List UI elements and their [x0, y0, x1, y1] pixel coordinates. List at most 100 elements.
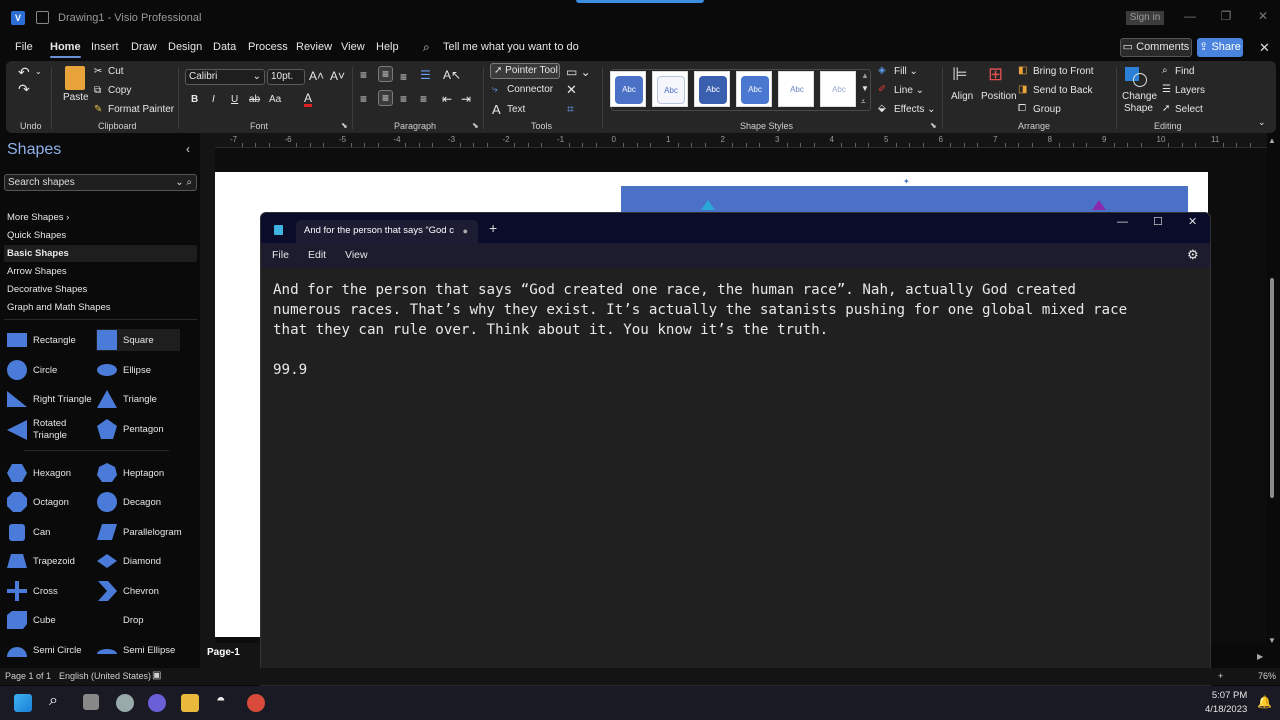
notepad-minimize-button[interactable]: — [1117, 216, 1128, 228]
notepad-close-button[interactable]: ✕ [1188, 215, 1197, 228]
line-button[interactable]: Line ⌄ [894, 85, 924, 96]
find-button[interactable]: Find [1175, 66, 1194, 77]
teams-chat-icon[interactable] [148, 694, 166, 712]
format-painter-button[interactable]: Format Painter [108, 104, 174, 115]
shape-cross[interactable]: Cross [6, 580, 58, 602]
gallery-more-icon[interactable]: ⩡ [861, 97, 866, 107]
shape-style-1[interactable]: Abc [610, 71, 646, 107]
visio-zoom-level[interactable]: 76% [1258, 671, 1276, 681]
language-status[interactable]: English (United States) [59, 671, 151, 681]
notepad-maximize-button[interactable]: ☐ [1153, 215, 1163, 228]
shape-rectangle[interactable]: Rectangle [6, 329, 76, 351]
notepad-tab[interactable]: And for the person that says “God c ● [296, 220, 478, 243]
pointer-tool-button[interactable]: ➚ Pointer Tool [490, 63, 560, 79]
shape-octagon[interactable]: Octagon [6, 491, 69, 513]
minimize-button[interactable]: — [1180, 9, 1200, 23]
crop-tool-icon[interactable]: ⌗ [567, 102, 574, 117]
tab-insert[interactable]: Insert [91, 41, 119, 53]
shape-styles-dialog-launcher-icon[interactable]: ⬊ [930, 121, 937, 130]
tab-data[interactable]: Data [213, 41, 236, 53]
tab-process[interactable]: Process [248, 41, 288, 53]
category-basic-shapes[interactable]: Basic Shapes [4, 245, 197, 262]
connection-point-icon[interactable]: ✕ [566, 82, 577, 98]
triangle-shape-purple[interactable] [1092, 200, 1106, 210]
font-name-combo[interactable]: Calibri ⌄ [185, 69, 265, 85]
start-icon[interactable] [14, 694, 32, 712]
shape-decagon[interactable]: Decagon [96, 491, 161, 513]
shape-cube[interactable]: Cube [6, 609, 56, 631]
shape-diamond[interactable]: Diamond [96, 550, 161, 572]
vertical-scrollbar[interactable] [1270, 278, 1274, 498]
fill-button[interactable]: Fill ⌄ [894, 66, 918, 77]
chrome-icon[interactable] [247, 694, 265, 712]
category-quick-shapes[interactable]: Quick Shapes [7, 230, 66, 241]
shape-right-triangle[interactable]: Right Triangle [6, 388, 92, 410]
bullets-icon[interactable]: ☰ [420, 68, 431, 82]
undo-dropdown-icon[interactable]: ⌄ [35, 67, 42, 76]
effects-button[interactable]: Effects ⌄ [894, 104, 936, 115]
bring-to-front-button[interactable]: Bring to Front [1033, 66, 1094, 77]
macro-icon[interactable]: ▣ [152, 670, 161, 681]
change-shape-button-line2[interactable]: Shape [1124, 103, 1153, 114]
align-left-icon[interactable]: ≡ [360, 92, 367, 106]
shape-style-2[interactable]: Abc [652, 71, 688, 107]
rotation-handle-icon[interactable]: ✦ [903, 177, 910, 186]
shape-heptagon[interactable]: Heptagon [96, 462, 164, 484]
restore-button[interactable]: ❐ [1216, 9, 1236, 23]
notepad-menu-file[interactable]: File [272, 249, 289, 261]
layers-button[interactable]: Layers [1175, 85, 1205, 96]
connector-button[interactable]: Connector [507, 84, 553, 95]
scroll-down-icon[interactable]: ▼ [1268, 636, 1276, 645]
shape-parallelogram[interactable]: Parallelogram [96, 521, 182, 543]
sign-in-button[interactable]: Sign in [1126, 11, 1164, 25]
change-case-button[interactable]: Aa [269, 94, 281, 105]
shape-hexagon[interactable]: Hexagon [6, 462, 71, 484]
grow-font-icon[interactable]: A˄ [309, 69, 324, 83]
redo-icon[interactable]: ↷ [18, 81, 30, 98]
tab-review[interactable]: Review [296, 41, 332, 53]
paste-icon[interactable] [65, 66, 85, 90]
tab-file[interactable]: File [15, 41, 33, 53]
page-tab-page-1[interactable]: Page-1 [207, 647, 240, 658]
close-button[interactable]: ✕ [1253, 9, 1273, 23]
tab-view[interactable]: View [341, 41, 365, 53]
unsaved-dot-icon[interactable]: ● [463, 220, 468, 242]
page-count[interactable]: Page 1 of 1 [5, 671, 51, 681]
category-graph-math-shapes[interactable]: Graph and Math Shapes [7, 302, 111, 313]
category-decorative-shapes[interactable]: Decorative Shapes [7, 284, 87, 295]
scroll-up-icon[interactable]: ▲ [1268, 136, 1276, 145]
tab-home[interactable]: Home [50, 41, 81, 58]
collapse-pane-icon[interactable]: ‹ [186, 142, 190, 156]
notepad-menu-view[interactable]: View [345, 249, 368, 261]
category-arrow-shapes[interactable]: Arrow Shapes [7, 266, 67, 277]
paste-button[interactable]: Paste [63, 92, 89, 103]
widgets-icon[interactable] [116, 694, 134, 712]
shape-triangle[interactable]: Triangle [96, 388, 157, 410]
align-bottom-icon[interactable]: ≡ [400, 70, 407, 84]
rectangle-tool-icon[interactable]: ▭ ⌄ [566, 65, 591, 79]
justify-icon[interactable]: ≡ [420, 92, 427, 106]
save-icon[interactable] [36, 11, 49, 24]
font-size-combo[interactable]: 10pt. [267, 69, 305, 85]
shape-style-6[interactable]: Abc [820, 71, 856, 107]
text-direction-icon[interactable]: A↖ [443, 68, 461, 82]
shape-ellipse[interactable]: Ellipse [96, 359, 151, 381]
bold-button[interactable]: B [191, 94, 198, 105]
tab-design[interactable]: Design [168, 41, 202, 53]
undo-icon[interactable]: ↶ [18, 64, 30, 81]
shrink-font-icon[interactable]: A˅ [330, 69, 345, 83]
copy-button[interactable]: Copy [108, 85, 131, 96]
shape-style-3[interactable]: Abc [694, 71, 730, 107]
shape-can[interactable]: Can [6, 521, 50, 543]
shape-trapezoid[interactable]: Trapezoid [6, 550, 75, 572]
paragraph-dialog-launcher-icon[interactable]: ⬊ [472, 121, 479, 130]
text-button[interactable]: Text [507, 104, 525, 115]
scroll-right-icon[interactable]: ▶ [1257, 652, 1263, 661]
gallery-scroll-down-icon[interactable]: ▼ [861, 84, 869, 93]
ribbon-close-icon[interactable]: ✕ [1259, 40, 1270, 56]
shape-chevron[interactable]: Chevron [96, 580, 159, 602]
underline-button[interactable]: U [231, 94, 238, 105]
align-button[interactable]: Align [951, 91, 973, 102]
decrease-indent-icon[interactable]: ⇤ [442, 92, 452, 106]
tell-me-search[interactable]: Tell me what you want to do [443, 41, 579, 53]
